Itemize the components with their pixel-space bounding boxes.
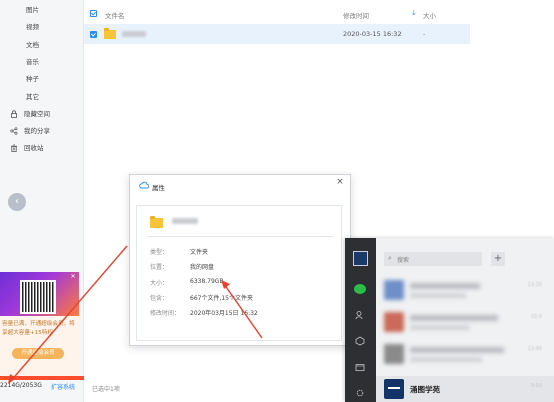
sidebar-item-label: 音乐 bbox=[26, 58, 39, 66]
promo-banner[interactable]: ✕ bbox=[0, 272, 79, 316]
properties-dialog: 属性 × 类型： 文件夹 位置： 我的网盘 大小： 6338.79GB 包含： … bbox=[129, 174, 351, 346]
settings-icon[interactable] bbox=[355, 388, 365, 398]
row-checkbox[interactable] bbox=[90, 31, 97, 38]
avatar bbox=[384, 312, 404, 332]
folder-icon[interactable] bbox=[355, 362, 365, 372]
sidebar-item-label: 我的分享 bbox=[24, 127, 50, 135]
messenger-window: ⌕ 搜索 + 13:10 15:0 13:40 涌图学苑 9:03 bbox=[345, 238, 554, 402]
promo-panel: ✕ 容量已满，开通超级会员，将享超大容量+15特权 开通超级会员 bbox=[0, 272, 79, 376]
close-icon[interactable]: × bbox=[335, 177, 345, 187]
row-modified: 2020-03-15 16:32 bbox=[343, 30, 402, 38]
blurred-text bbox=[410, 357, 482, 362]
avatar bbox=[384, 344, 404, 364]
chat-time: 15:0 bbox=[530, 314, 542, 320]
storage-usage: 2214G/2053G bbox=[0, 382, 42, 389]
list-item[interactable]: 13:40 bbox=[376, 339, 554, 369]
column-modified[interactable]: 修改时间 bbox=[343, 10, 369, 20]
folder-icon bbox=[150, 216, 163, 228]
contacts-icon[interactable] bbox=[355, 310, 365, 320]
sidebar-item-label: 回收站 bbox=[24, 144, 44, 152]
sidebar: 图片 视频 文档 音乐 种子 其它 隐藏空间 我的分享 回收站 ‹ ✕ 容量已满… bbox=[0, 0, 84, 402]
sidebar-item-torrents[interactable]: 种子 bbox=[26, 73, 39, 85]
blurred-text bbox=[410, 315, 498, 321]
sidebar-item-videos[interactable]: 视频 bbox=[26, 21, 39, 33]
share-icon bbox=[10, 127, 18, 135]
column-size[interactable]: 大小 bbox=[423, 10, 436, 20]
messenger-sidebar bbox=[345, 238, 376, 402]
folder-icon bbox=[104, 28, 116, 39]
sidebar-item-label: 图片 bbox=[26, 6, 39, 14]
sidebar-item-label: 视频 bbox=[26, 23, 39, 31]
discover-icon[interactable] bbox=[355, 336, 365, 346]
storage-fill bbox=[0, 376, 84, 380]
search-placeholder: 搜索 bbox=[397, 257, 410, 264]
location-label: 位置： bbox=[150, 264, 169, 271]
sidebar-item-my-shares[interactable]: 我的分享 bbox=[10, 125, 50, 137]
collapse-sidebar-button[interactable]: ‹ bbox=[8, 193, 26, 211]
blurred-text bbox=[410, 283, 480, 289]
file-list-header: 文件名 修改时间 ↓ 大小 bbox=[84, 6, 554, 22]
sidebar-item-images[interactable]: 图片 bbox=[26, 4, 39, 16]
blurred-text bbox=[410, 325, 470, 330]
sidebar-item-documents[interactable]: 文档 bbox=[26, 39, 39, 51]
sidebar-item-label: 隐藏空间 bbox=[24, 110, 50, 118]
avatar bbox=[384, 379, 404, 399]
chat-time: 9:03 bbox=[530, 383, 542, 389]
expand-capacity-link[interactable]: 扩容系统 bbox=[51, 382, 75, 391]
sidebar-item-label: 种子 bbox=[26, 75, 39, 83]
size-label: 大小： bbox=[150, 280, 169, 287]
modified-label: 修改时间： bbox=[150, 310, 181, 317]
blurred-text bbox=[410, 347, 504, 353]
selection-status: 已选中1项 bbox=[92, 386, 120, 393]
list-item[interactable]: 涌图学苑 9:03 bbox=[376, 376, 554, 402]
search-icon: ⌕ bbox=[388, 254, 392, 262]
promo-text: 容量已满，开通超级会员，将享超大容量+15特权 bbox=[2, 321, 75, 336]
sidebar-item-hidden-space[interactable]: 隐藏空间 bbox=[10, 108, 50, 120]
upgrade-button[interactable]: 开通超级会员 bbox=[12, 348, 64, 359]
table-row[interactable]: 2020-03-15 16:32 - bbox=[84, 24, 470, 44]
chat-time: 13:10 bbox=[527, 282, 542, 288]
sort-arrow-icon[interactable]: ↓ bbox=[411, 9, 417, 17]
type-label: 类型： bbox=[150, 249, 169, 256]
select-all-checkbox[interactable] bbox=[90, 10, 97, 17]
divider bbox=[148, 236, 334, 237]
sidebar-item-recycle-bin[interactable]: 回收站 bbox=[10, 142, 44, 154]
sidebar-item-label: 文档 bbox=[26, 41, 39, 49]
app-logo bbox=[353, 251, 368, 266]
close-icon[interactable]: ✕ bbox=[69, 273, 77, 281]
contains-value: 667个文件,15个文件夹 bbox=[190, 295, 253, 302]
row-size: - bbox=[423, 30, 426, 38]
modified-value: 2020年03月15日 16:32 bbox=[190, 310, 258, 317]
column-name[interactable]: 文件名 bbox=[105, 10, 125, 20]
sidebar-item-music[interactable]: 音乐 bbox=[26, 56, 39, 68]
qr-code-icon bbox=[20, 280, 56, 314]
sidebar-item-other[interactable]: 其它 bbox=[26, 91, 39, 103]
size-value: 6338.79GB bbox=[190, 278, 224, 285]
chat-time: 13:40 bbox=[527, 346, 542, 352]
chat-search-input[interactable]: ⌕ 搜索 bbox=[384, 252, 482, 266]
location-value: 我的网盘 bbox=[190, 264, 215, 271]
dialog-body: 类型： 文件夹 位置： 我的网盘 大小： 6338.79GB 包含： 667个文… bbox=[136, 205, 342, 341]
type-value: 文件夹 bbox=[190, 249, 209, 256]
list-item[interactable]: 13:10 bbox=[376, 275, 554, 305]
avatar bbox=[384, 280, 404, 300]
contains-label: 包含： bbox=[150, 295, 169, 302]
chat-name: 涌图学苑 bbox=[410, 385, 440, 394]
trash-icon bbox=[10, 144, 18, 152]
blurred-text bbox=[410, 293, 466, 298]
chevron-left-icon: ‹ bbox=[15, 196, 19, 207]
blurred-folder-name bbox=[172, 218, 198, 224]
cloud-icon bbox=[139, 181, 150, 189]
status-bar: 已选中1项 bbox=[84, 378, 384, 402]
list-item[interactable]: 15:0 bbox=[376, 307, 554, 337]
storage-bar bbox=[0, 376, 84, 380]
blurred-file-name bbox=[122, 31, 146, 37]
chat-icon[interactable] bbox=[354, 284, 366, 294]
add-chat-button[interactable]: + bbox=[491, 252, 505, 266]
sidebar-item-label: 其它 bbox=[26, 93, 39, 101]
lock-icon bbox=[10, 110, 18, 118]
dialog-title: 属性 bbox=[152, 184, 165, 192]
